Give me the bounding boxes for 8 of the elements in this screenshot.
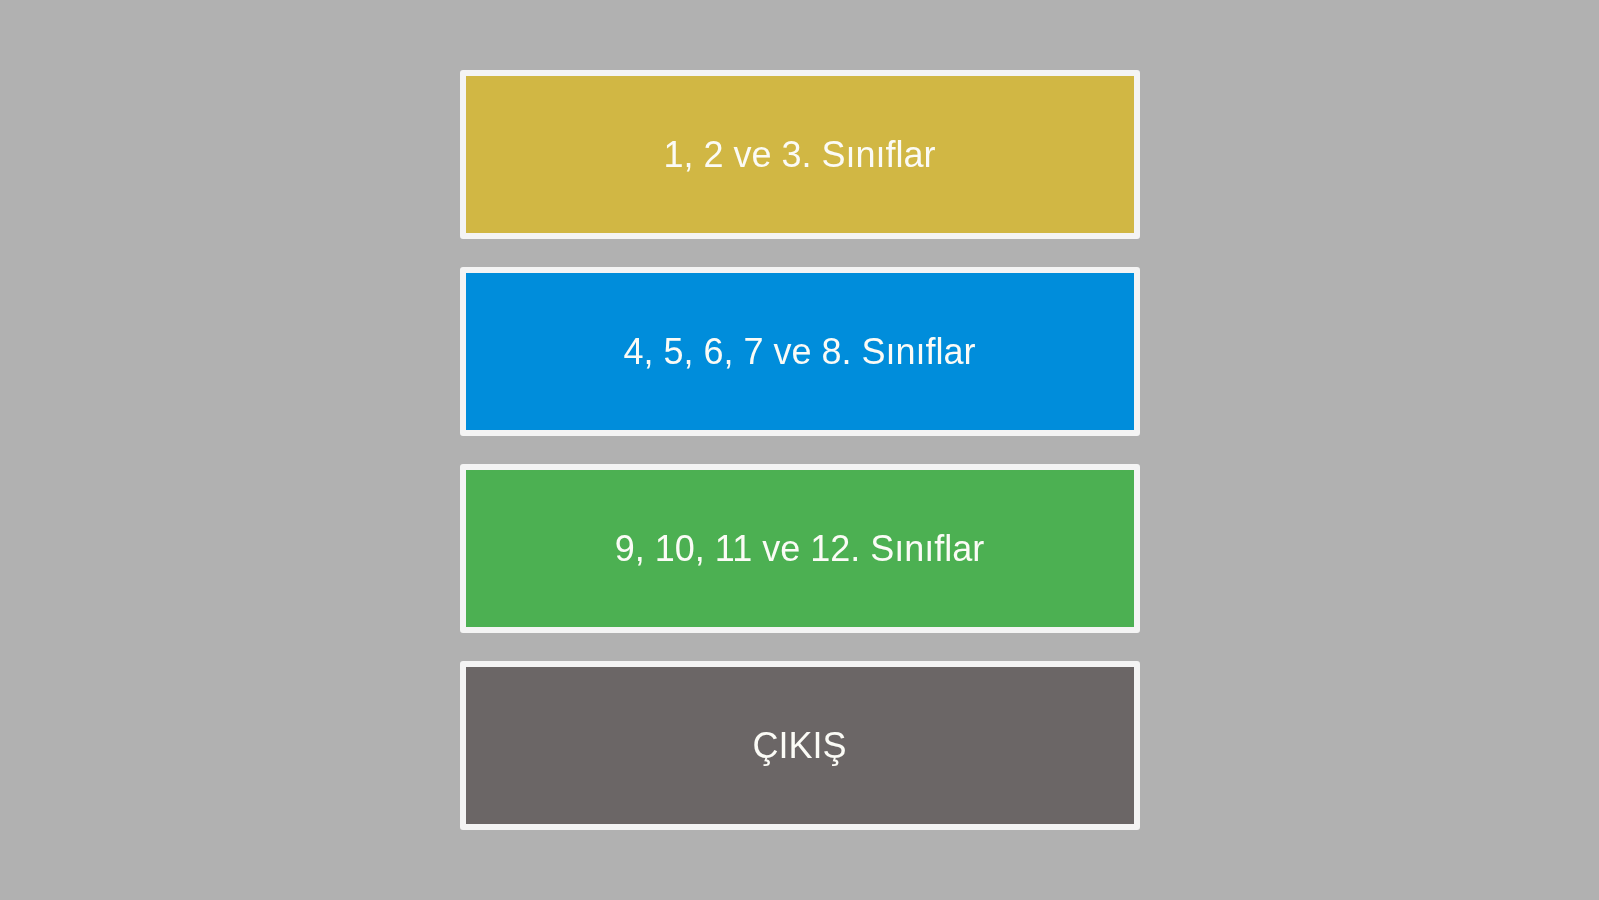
button-label: ÇIKIŞ [752, 723, 847, 768]
button-label: 9, 10, 11 ve 12. Sınıflar [614, 526, 985, 571]
button-label: 1, 2 ve 3. Sınıflar [663, 132, 936, 177]
menu-button[interactable]: ÇIKIŞ [459, 661, 1140, 830]
menu-button[interactable]: 1, 2 ve 3. Sınıflar [459, 70, 1140, 239]
menu-button[interactable]: 9, 10, 11 ve 12. Sınıflar [459, 464, 1140, 633]
menu-button[interactable]: 4, 5, 6, 7 ve 8. Sınıflar [459, 267, 1140, 436]
button-label: 4, 5, 6, 7 ve 8. Sınıflar [623, 329, 976, 374]
